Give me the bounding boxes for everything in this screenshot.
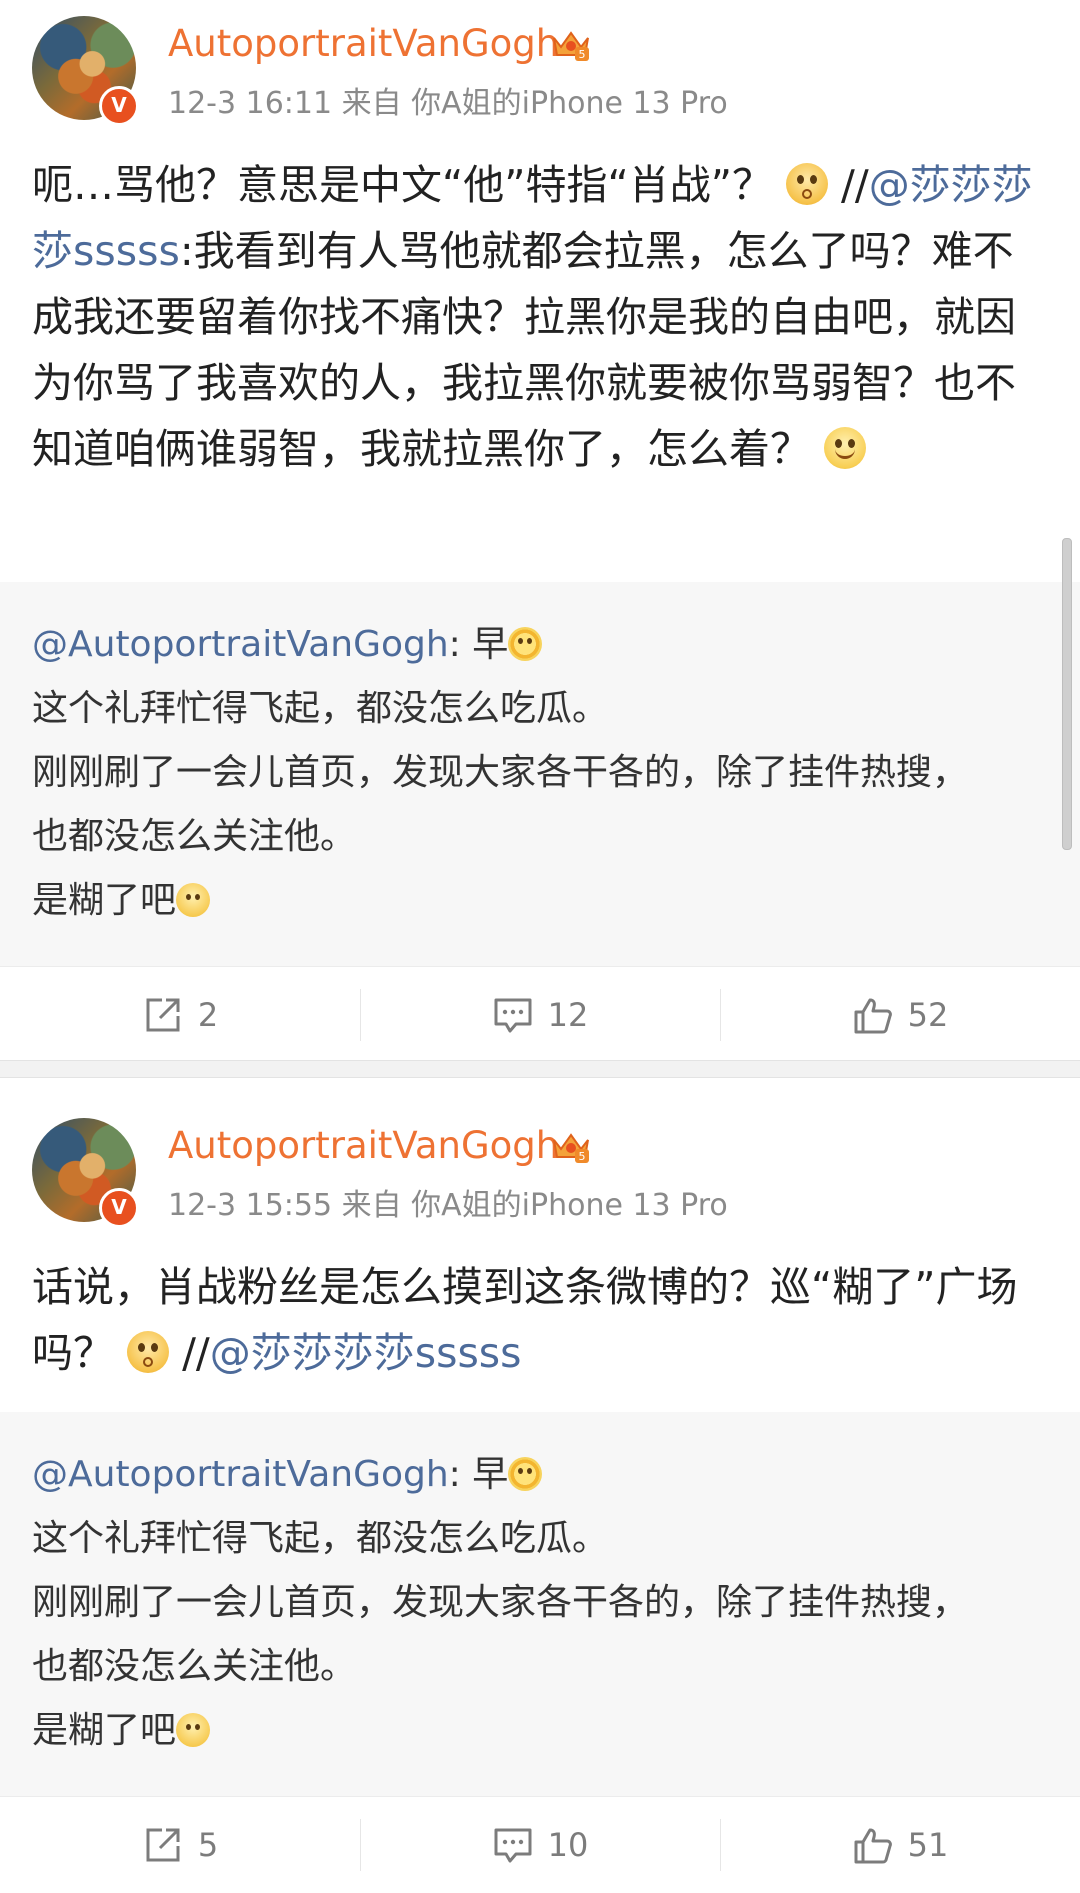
comment-icon — [494, 998, 532, 1033]
like-button[interactable]: 51 — [720, 1797, 1080, 1893]
post-meta: 12-3 16:11 来自 你A姐的iPhone 13 Pro — [168, 86, 728, 121]
comment-count: 12 — [547, 996, 589, 1034]
quoted-line: 这个礼拜忙得飞起，都没怎么吃瓜。 — [32, 1518, 609, 1559]
wow-emoji-icon — [127, 1331, 170, 1373]
like-count: 52 — [907, 996, 949, 1034]
svg-text:5: 5 — [579, 48, 586, 61]
post-meta: 12-3 15:55 来自 你A姐的iPhone 13 Pro — [168, 1188, 728, 1223]
like-icon — [854, 1828, 892, 1864]
like-button[interactable]: 52 — [720, 967, 1080, 1063]
like-count: 51 — [907, 1826, 949, 1864]
action-bar: 2 12 52 — [0, 966, 1080, 1063]
quoted-post[interactable]: @AutoportraitVanGogh: 早 这个礼拜忙得飞起，都没怎么吃瓜。… — [0, 1412, 1080, 1796]
like-icon — [854, 998, 892, 1034]
username[interactable]: AutoportraitVanGogh — [168, 22, 559, 65]
quoted-line: 这个礼拜忙得飞起，都没怎么吃瓜。 — [32, 688, 609, 729]
username[interactable]: AutoportraitVanGogh — [168, 1124, 559, 1167]
repost-icon — [146, 1828, 180, 1862]
post-text-part: 呃…骂他？意思是中文“他”特指“肖战”？ — [32, 161, 773, 209]
quoted-text: @AutoportraitVanGogh: 早 这个礼拜忙得飞起，都没怎么吃瓜。… — [32, 1448, 1052, 1758]
scrollbar[interactable] — [1062, 538, 1072, 850]
weibo-post-2: V AutoportraitVanGogh 5 12-3 15:55 来自 你A… — [0, 1078, 1080, 1889]
repost-button[interactable]: 5 — [0, 1797, 360, 1893]
comment-icon — [494, 1828, 532, 1863]
action-bar: 5 10 51 — [0, 1796, 1080, 1893]
quoted-line: 也都没怎么关注他。 — [32, 1646, 357, 1687]
thinking-emoji-icon — [176, 883, 211, 917]
quoted-line: 也都没怎么关注他。 — [32, 816, 357, 857]
weibo-post-1: V AutoportraitVanGogh 5 12-3 16:11 来自 你A… — [0, 0, 1080, 1060]
quoted-head: : 早 — [448, 624, 509, 665]
crown-icon: 5 — [553, 31, 589, 61]
quoted-text: @AutoportraitVanGogh: 早 这个礼拜忙得飞起，都没怎么吃瓜。… — [32, 618, 1052, 928]
quoted-line: 刚刚刷了一会儿首页，发现大家各干各的，除了挂件热搜， — [32, 752, 969, 793]
post-text: 呃…骂他？意思是中文“他”特指“肖战”？ //@莎莎莎莎sssss:我看到有人骂… — [32, 152, 1042, 482]
repost-separator: // — [169, 1329, 210, 1377]
crown-icon: 5 — [553, 1133, 589, 1163]
quoted-head: : 早 — [448, 1454, 509, 1495]
repost-icon — [146, 998, 180, 1032]
quoted-line: 是糊了吧 — [32, 1710, 177, 1751]
quoted-line: 刚刚刷了一会儿首页，发现大家各干各的，除了挂件热搜， — [32, 1582, 969, 1623]
post-text: 话说，肖战粉丝是怎么摸到这条微博的？巡“糊了”广场吗？ //@莎莎莎莎sssss — [32, 1254, 1042, 1386]
verified-badge-icon: V — [99, 86, 139, 126]
quoted-mention[interactable]: @AutoportraitVanGogh — [32, 1454, 449, 1495]
repost-count: 2 — [197, 996, 219, 1034]
smile-emoji-icon — [824, 427, 867, 469]
post-separator — [0, 1060, 1080, 1078]
quoted-line: 是糊了吧 — [32, 880, 177, 921]
svg-text:5: 5 — [579, 1150, 586, 1163]
wow-emoji-icon — [786, 163, 829, 205]
comment-button[interactable]: 12 — [360, 967, 720, 1063]
repost-separator: // — [828, 161, 869, 209]
quoted-post[interactable]: @AutoportraitVanGogh: 早 这个礼拜忙得飞起，都没怎么吃瓜。… — [0, 582, 1080, 966]
thinking-emoji-icon — [176, 1713, 211, 1747]
quoted-mention[interactable]: @AutoportraitVanGogh — [32, 624, 449, 665]
comment-button[interactable]: 10 — [360, 1797, 720, 1893]
repost-button[interactable]: 2 — [0, 967, 360, 1063]
comment-count: 10 — [547, 1826, 589, 1864]
verified-badge-icon: V — [99, 1188, 139, 1228]
sun-emoji-icon — [508, 627, 543, 661]
repost-count: 5 — [197, 1826, 219, 1864]
mention-link[interactable]: @莎莎莎莎sssss — [210, 1329, 522, 1377]
post-text-part: :我看到有人骂他就都会拉黑，怎么了吗？难不成我还要留着你找不痛快？拉黑你是我的自… — [32, 227, 1016, 473]
sun-emoji-icon — [508, 1457, 543, 1491]
